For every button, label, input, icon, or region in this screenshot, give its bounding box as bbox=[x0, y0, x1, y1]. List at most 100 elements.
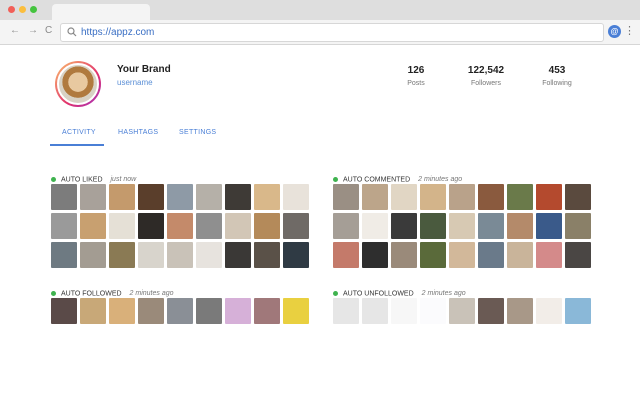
post-thumbnail[interactable] bbox=[167, 298, 193, 324]
post-thumbnail[interactable] bbox=[283, 298, 309, 324]
post-thumbnail[interactable] bbox=[449, 298, 475, 324]
post-thumbnail[interactable] bbox=[138, 213, 164, 239]
post-thumbnail[interactable] bbox=[449, 184, 475, 210]
post-thumbnail[interactable] bbox=[196, 213, 222, 239]
post-thumbnail[interactable] bbox=[283, 184, 309, 210]
post-thumbnail[interactable] bbox=[80, 184, 106, 210]
tab-hashtags[interactable]: HASHTAGS bbox=[118, 129, 158, 136]
minimize-window-button[interactable] bbox=[19, 6, 26, 13]
post-thumbnail[interactable] bbox=[333, 184, 359, 210]
status-dot-icon bbox=[51, 291, 56, 297]
stat-value: 122,542 bbox=[467, 65, 505, 76]
post-thumbnail[interactable] bbox=[51, 213, 77, 239]
post-thumbnail[interactable] bbox=[225, 213, 251, 239]
post-thumbnail[interactable] bbox=[362, 184, 388, 210]
post-thumbnail[interactable] bbox=[420, 242, 446, 268]
post-thumbnail[interactable] bbox=[254, 184, 280, 210]
post-thumbnail[interactable] bbox=[536, 242, 562, 268]
post-thumbnail[interactable] bbox=[507, 213, 533, 239]
maximize-window-button[interactable] bbox=[30, 6, 37, 13]
stat-followers: 122,542 Followers bbox=[451, 65, 521, 87]
extension-icon[interactable]: @ bbox=[608, 25, 621, 38]
thumb-grid bbox=[51, 298, 309, 324]
post-thumbnail[interactable] bbox=[362, 242, 388, 268]
post-thumbnail[interactable] bbox=[565, 242, 591, 268]
post-thumbnail[interactable] bbox=[80, 213, 106, 239]
post-thumbnail[interactable] bbox=[254, 213, 280, 239]
post-thumbnail[interactable] bbox=[138, 298, 164, 324]
post-thumbnail[interactable] bbox=[565, 213, 591, 239]
browser-tab[interactable] bbox=[52, 4, 150, 20]
post-thumbnail[interactable] bbox=[536, 184, 562, 210]
post-thumbnail[interactable] bbox=[420, 213, 446, 239]
post-thumbnail[interactable] bbox=[362, 213, 388, 239]
post-thumbnail[interactable] bbox=[507, 298, 533, 324]
post-thumbnail[interactable] bbox=[536, 298, 562, 324]
post-thumbnail[interactable] bbox=[109, 298, 135, 324]
post-thumbnail[interactable] bbox=[109, 213, 135, 239]
post-thumbnail[interactable] bbox=[507, 184, 533, 210]
browser-chrome: ← → C https://appz.com @ ⋮ bbox=[0, 0, 640, 45]
post-thumbnail[interactable] bbox=[478, 184, 504, 210]
username-link[interactable]: username bbox=[117, 78, 153, 87]
post-thumbnail[interactable] bbox=[420, 184, 446, 210]
post-thumbnail[interactable] bbox=[507, 242, 533, 268]
post-thumbnail[interactable] bbox=[225, 298, 251, 324]
post-thumbnail[interactable] bbox=[196, 242, 222, 268]
post-thumbnail[interactable] bbox=[449, 242, 475, 268]
post-thumbnail[interactable] bbox=[51, 298, 77, 324]
post-thumbnail[interactable] bbox=[254, 298, 280, 324]
post-thumbnail[interactable] bbox=[478, 298, 504, 324]
post-thumbnail[interactable] bbox=[333, 298, 359, 324]
profile-avatar[interactable] bbox=[55, 61, 101, 107]
stat-value: 453 bbox=[548, 65, 566, 76]
avatar-image bbox=[57, 63, 99, 105]
post-thumbnail[interactable] bbox=[80, 298, 106, 324]
post-thumbnail[interactable] bbox=[138, 184, 164, 210]
thumb-grid bbox=[333, 298, 591, 324]
post-thumbnail[interactable] bbox=[225, 242, 251, 268]
post-thumbnail[interactable] bbox=[51, 184, 77, 210]
close-window-button[interactable] bbox=[8, 6, 15, 13]
active-tab-indicator bbox=[50, 144, 104, 146]
post-thumbnail[interactable] bbox=[283, 213, 309, 239]
address-bar[interactable]: https://appz.com bbox=[60, 23, 604, 42]
tab-activity[interactable]: ACTIVITY bbox=[62, 129, 96, 136]
post-thumbnail[interactable] bbox=[333, 213, 359, 239]
thumb-grid bbox=[333, 184, 591, 268]
post-thumbnail[interactable] bbox=[391, 242, 417, 268]
post-thumbnail[interactable] bbox=[391, 298, 417, 324]
reload-icon[interactable]: C bbox=[45, 25, 52, 37]
section-header: AUTO UNFOLLOWED 2 minutes ago bbox=[333, 285, 466, 297]
post-thumbnail[interactable] bbox=[449, 213, 475, 239]
post-thumbnail[interactable] bbox=[565, 298, 591, 324]
post-thumbnail[interactable] bbox=[167, 213, 193, 239]
post-thumbnail[interactable] bbox=[167, 242, 193, 268]
tab-settings[interactable]: SETTINGS bbox=[179, 129, 216, 136]
post-thumbnail[interactable] bbox=[283, 242, 309, 268]
post-thumbnail[interactable] bbox=[333, 242, 359, 268]
post-thumbnail[interactable] bbox=[254, 242, 280, 268]
post-thumbnail[interactable] bbox=[478, 213, 504, 239]
post-thumbnail[interactable] bbox=[167, 184, 193, 210]
stat-label: Posts bbox=[407, 80, 425, 87]
browser-menu-icon[interactable]: ⋮ bbox=[624, 24, 635, 38]
post-thumbnail[interactable] bbox=[196, 184, 222, 210]
post-thumbnail[interactable] bbox=[109, 184, 135, 210]
post-thumbnail[interactable] bbox=[420, 298, 446, 324]
post-thumbnail[interactable] bbox=[362, 298, 388, 324]
post-thumbnail[interactable] bbox=[109, 242, 135, 268]
post-thumbnail[interactable] bbox=[196, 298, 222, 324]
forward-arrow-icon[interactable]: → bbox=[28, 25, 38, 37]
browser-toolbar: ← → C https://appz.com @ ⋮ bbox=[0, 20, 640, 45]
post-thumbnail[interactable] bbox=[391, 184, 417, 210]
post-thumbnail[interactable] bbox=[391, 213, 417, 239]
back-arrow-icon[interactable]: ← bbox=[10, 25, 20, 37]
post-thumbnail[interactable] bbox=[225, 184, 251, 210]
post-thumbnail[interactable] bbox=[478, 242, 504, 268]
post-thumbnail[interactable] bbox=[51, 242, 77, 268]
post-thumbnail[interactable] bbox=[138, 242, 164, 268]
post-thumbnail[interactable] bbox=[565, 184, 591, 210]
post-thumbnail[interactable] bbox=[536, 213, 562, 239]
post-thumbnail[interactable] bbox=[80, 242, 106, 268]
